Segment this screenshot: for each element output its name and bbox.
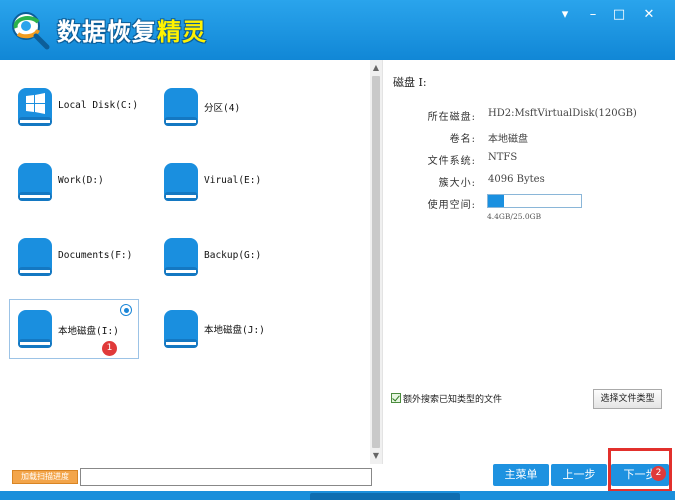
drive-item-partition4[interactable]: 分区(4) <box>156 78 286 136</box>
drive-item-d[interactable]: Work(D:) <box>10 153 140 211</box>
drive-label: 分区(4) <box>204 103 241 114</box>
scroll-thumb[interactable] <box>372 76 380 448</box>
windows-drive-icon <box>18 88 52 126</box>
drive-icon <box>18 163 52 201</box>
drive-icon <box>18 238 52 276</box>
drive-list: Local Disk(C:) 分区(4) Work(D:) Virual(E:)… <box>0 60 382 464</box>
drive-label: Virual(E:) <box>204 175 262 186</box>
detail-key: 使用空间: <box>427 200 476 211</box>
drive-item-c[interactable]: Local Disk(C:) <box>10 78 140 136</box>
drive-label: Local Disk(C:) <box>58 100 139 111</box>
drive-icon <box>18 310 52 348</box>
detail-row: 卷名: 本地磁盘 <box>383 130 675 146</box>
drive-item-g[interactable]: Backup(G:) <box>156 228 286 286</box>
detail-row: 簇大小: 4096 Bytes <box>383 174 675 190</box>
title-bar: 数据恢复精灵 ▾ – □ ✕ <box>0 0 675 60</box>
extra-search-option[interactable]: 额外搜索已知类型的文件 <box>391 392 502 405</box>
drive-item-j[interactable]: 本地磁盘(J:) <box>156 300 286 358</box>
detail-row: 文件系统: NTFS <box>383 152 675 168</box>
detail-row: 所在磁盘: HD2:MsftVirtualDisk(120GB) <box>383 108 675 124</box>
prev-step-button[interactable]: 上一步 <box>551 464 607 486</box>
drive-label: 本地磁盘(I:) <box>58 326 119 337</box>
scroll-down-icon[interactable]: ▼ <box>370 450 382 462</box>
drive-icon <box>164 163 198 201</box>
minimize-button[interactable]: – <box>580 4 606 26</box>
detail-value: 本地磁盘 <box>488 134 528 145</box>
drive-item-e[interactable]: Virual(E:) <box>156 153 286 211</box>
disk-details-panel: 磁盘 I: 所在磁盘: HD2:MsftVirtualDisk(120GB) 卷… <box>382 60 675 464</box>
app-logo-icon <box>12 12 50 50</box>
detail-key: 卷名: <box>449 134 476 145</box>
detail-value: 4096 Bytes <box>488 174 545 185</box>
drive-icon <box>164 310 198 348</box>
drive-item-i[interactable]: 本地磁盘(I:) 1 <box>9 299 139 359</box>
detail-key: 所在磁盘: <box>427 112 476 123</box>
maximize-button[interactable]: □ <box>606 4 632 26</box>
selected-radio-icon[interactable] <box>120 304 132 316</box>
menu-dropdown-icon[interactable]: ▾ <box>552 4 578 26</box>
disk-title: 磁盘 I: <box>393 76 427 89</box>
step-badge: 1 <box>102 341 117 356</box>
scroll-up-icon[interactable]: ▲ <box>370 62 382 74</box>
drive-label: 本地磁盘(J:) <box>204 325 265 336</box>
checkbox-checked-icon[interactable] <box>391 393 401 403</box>
usage-progress-bar <box>487 194 582 208</box>
main-menu-button[interactable]: 主菜单 <box>493 464 549 486</box>
drive-item-f[interactable]: Documents(F:) <box>10 228 140 286</box>
select-filetype-button[interactable]: 选择文件类型 <box>593 389 662 409</box>
drive-list-scrollbar[interactable]: ▲ ▼ <box>370 60 382 464</box>
drive-icon <box>164 238 198 276</box>
footer-tab <box>310 493 460 500</box>
drive-label: Documents(F:) <box>58 250 133 261</box>
app-title: 数据恢复精灵 <box>57 18 207 46</box>
progress-path-input[interactable] <box>80 468 372 486</box>
detail-key: 簇大小: <box>438 178 476 189</box>
load-scan-progress-button[interactable]: 加载扫描进度 <box>12 470 78 484</box>
drive-label: Work(D:) <box>58 175 104 186</box>
drive-label: Backup(G:) <box>204 250 262 261</box>
detail-value: NTFS <box>488 152 518 163</box>
usage-progress-fill <box>488 195 505 207</box>
extra-search-label: 额外搜索已知类型的文件 <box>403 395 503 405</box>
detail-key: 文件系统: <box>427 156 476 167</box>
usage-text: 4.4GB/25.0GB <box>487 212 542 221</box>
main-content: Local Disk(C:) 分区(4) Work(D:) Virual(E:)… <box>0 60 675 464</box>
close-button[interactable]: ✕ <box>636 4 662 26</box>
detail-value: HD2:MsftVirtualDisk(120GB) <box>488 108 637 119</box>
step-badge: 2 <box>651 466 666 481</box>
drive-icon <box>164 88 198 126</box>
